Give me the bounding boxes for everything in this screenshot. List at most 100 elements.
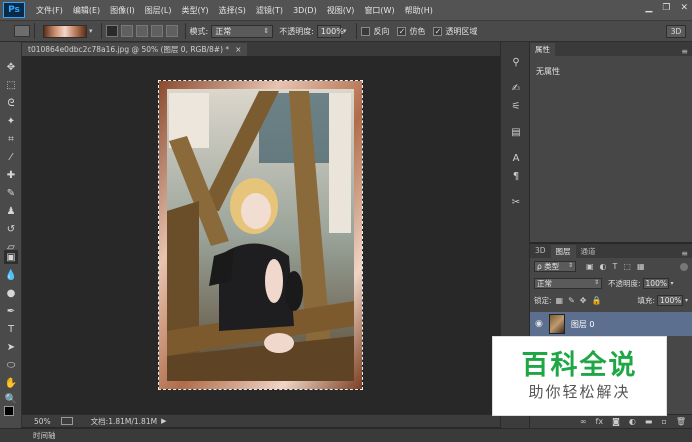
tool-presets-icon[interactable]: ✂ — [509, 196, 523, 210]
type-tool-icon[interactable]: T — [4, 322, 18, 336]
marquee-tool-icon[interactable]: ⬚ — [4, 78, 18, 92]
healing-brush-tool-icon[interactable]: ✚ — [4, 168, 18, 182]
mode-select[interactable]: 正常 ⇕ — [211, 24, 274, 38]
magic-wand-tool-icon[interactable]: ✦ — [4, 114, 18, 128]
tab-layers[interactable]: 图层 — [550, 245, 576, 258]
dither-label: 仿色 — [409, 26, 426, 36]
transparency-checkbox[interactable]: ✓ — [433, 26, 443, 36]
foreground-color-swatch[interactable] — [4, 406, 14, 416]
eyedropper-tool-icon[interactable]: ⁄ — [4, 150, 18, 164]
menu-help[interactable]: 帮助(H) — [400, 5, 438, 16]
radial-gradient-button[interactable] — [120, 25, 133, 37]
layer-filter-icons[interactable]: ▣◐T⬚▦ — [586, 262, 651, 271]
trash-icon[interactable]: 🗑 — [676, 417, 686, 426]
adjustments-icon[interactable]: ⚟ — [509, 100, 523, 114]
restore-icon[interactable]: ❐ — [662, 3, 670, 13]
menu-layer[interactable]: 图层(L) — [140, 5, 177, 16]
filter-toggle-icon[interactable] — [680, 262, 688, 271]
menu-type[interactable]: 类型(Y) — [176, 5, 213, 16]
dodge-tool-icon[interactable]: ● — [4, 286, 18, 300]
timeline-label[interactable]: 时间轴 — [33, 430, 56, 441]
layer-name[interactable]: 图层 0 — [571, 319, 595, 330]
character-icon[interactable]: A — [509, 152, 523, 166]
mode-value: 正常 — [215, 26, 232, 36]
reverse-checkbox[interactable] — [361, 26, 371, 36]
properties-tabs: 属性 ≡ — [530, 42, 692, 56]
path-selection-tool-icon[interactable]: ➤ — [4, 340, 18, 354]
fill-input[interactable]: 100% — [656, 295, 683, 306]
history-icon[interactable]: ⚲ — [509, 56, 523, 70]
lock-icons[interactable]: ▦✎✥🔒 — [556, 296, 607, 305]
menu-3d[interactable]: 3D(D) — [288, 6, 322, 15]
status-menu-icon[interactable]: ▶ — [161, 417, 166, 425]
menu-filter[interactable]: 滤镜(T) — [251, 5, 288, 16]
eye-icon[interactable]: ◉ — [535, 319, 543, 329]
zoom-tool-icon[interactable]: 🔍 — [4, 392, 18, 406]
link-layers-icon[interactable]: ∞ — [580, 417, 587, 426]
document-canvas[interactable] — [158, 80, 363, 390]
layer-opacity-label: 不透明度: — [608, 279, 641, 288]
fx-icon[interactable]: fx — [596, 417, 604, 426]
crop-tool-icon[interactable]: ⌗ — [4, 132, 18, 146]
close-icon[interactable]: × — [235, 45, 241, 54]
reflected-gradient-button[interactable] — [150, 25, 163, 37]
gradient-tool-icon[interactable]: ▣ — [4, 250, 18, 264]
angle-gradient-button[interactable] — [135, 25, 148, 37]
zoom-level[interactable]: 50% — [34, 417, 51, 426]
lock-label: 锁定: — [534, 296, 552, 305]
menu-edit[interactable]: 编辑(E) — [68, 5, 105, 16]
layer-opacity-input[interactable]: 100% — [642, 278, 669, 289]
blur-tool-icon[interactable]: 💧 — [4, 268, 18, 282]
layer-filter-select[interactable]: ρ 类型 ⇕ — [534, 261, 576, 272]
mode-label: 模式: — [189, 26, 209, 36]
menu-view[interactable]: 视图(V) — [322, 5, 360, 16]
lasso-tool-icon[interactable]: ᘓ — [4, 96, 18, 110]
tool-preset-icon[interactable] — [14, 25, 30, 37]
paragraph-icon[interactable]: ¶ — [509, 170, 523, 184]
brush-tool-icon[interactable]: ✎ — [4, 186, 18, 200]
close-icon[interactable]: ✕ — [680, 3, 688, 13]
add-mask-icon[interactable]: ◙ — [612, 417, 620, 426]
document-tab-strip: t010864e0dbc2c78a16.jpg @ 50% (图层 0, RGB… — [22, 42, 500, 56]
status-info-icon[interactable] — [60, 417, 73, 425]
layer-opacity-value: 100% — [645, 279, 667, 288]
gradient-dropdown-icon[interactable]: ▾ — [89, 27, 93, 35]
move-tool-icon[interactable]: ✥ — [4, 60, 18, 74]
panel-menu-icon[interactable]: ≡ — [681, 249, 688, 258]
chevron-down-icon: ⇕ — [263, 26, 270, 35]
opacity-input[interactable]: 100% — [316, 24, 344, 38]
fill-dropdown-icon[interactable]: ▾ — [685, 297, 688, 304]
layer-row[interactable]: ◉ 图层 0 — [530, 312, 692, 336]
menu-select[interactable]: 选择(S) — [214, 5, 251, 16]
diamond-gradient-button[interactable] — [165, 25, 178, 37]
status-bar: 50% 文档:1.81M/1.81M ▶ — [22, 414, 500, 427]
new-layer-icon[interactable]: ▫ — [661, 417, 666, 426]
menu-file[interactable]: 文件(F) — [31, 5, 68, 16]
ellipse-tool-icon[interactable]: ⬭ — [4, 358, 18, 372]
linear-gradient-button[interactable] — [105, 25, 118, 37]
tab-properties[interactable]: 属性 — [530, 43, 555, 56]
minimize-icon[interactable]: ▁ — [645, 3, 652, 13]
hand-tool-icon[interactable]: ✋ — [4, 376, 18, 390]
new-group-icon[interactable]: ▬ — [645, 417, 653, 426]
document-tab-title: t010864e0dbc2c78a16.jpg @ 50% (图层 0, RGB… — [28, 45, 230, 54]
menu-window[interactable]: 窗口(W) — [359, 5, 399, 16]
gradient-picker[interactable] — [43, 24, 87, 38]
menu-image[interactable]: 图像(I) — [105, 5, 140, 16]
chevron-down-icon: ⇕ — [593, 279, 599, 286]
clone-source-icon[interactable]: ▤ — [509, 126, 523, 140]
panel-menu-icon[interactable]: ≡ — [681, 47, 688, 56]
brush-presets-icon[interactable]: ✍ — [509, 82, 523, 96]
history-brush-tool-icon[interactable]: ↺ — [4, 222, 18, 236]
properties-panel: 属性 ≡ 无属性 — [530, 42, 692, 242]
pen-tool-icon[interactable]: ✒ — [4, 304, 18, 318]
document-tab[interactable]: t010864e0dbc2c78a16.jpg @ 50% (图层 0, RGB… — [22, 43, 248, 56]
adjustment-layer-icon[interactable]: ◐ — [629, 417, 636, 426]
tab-channels[interactable]: 通道 — [576, 245, 601, 258]
opacity-dropdown-icon[interactable]: ▾ — [671, 280, 674, 287]
3d-mode-button[interactable]: 3D — [666, 25, 686, 38]
dither-checkbox[interactable]: ✓ — [397, 26, 407, 36]
tab-3d[interactable]: 3D — [530, 245, 551, 258]
blend-mode-select[interactable]: 正常 ⇕ — [534, 278, 602, 289]
clone-stamp-tool-icon[interactable]: ♟ — [4, 204, 18, 218]
